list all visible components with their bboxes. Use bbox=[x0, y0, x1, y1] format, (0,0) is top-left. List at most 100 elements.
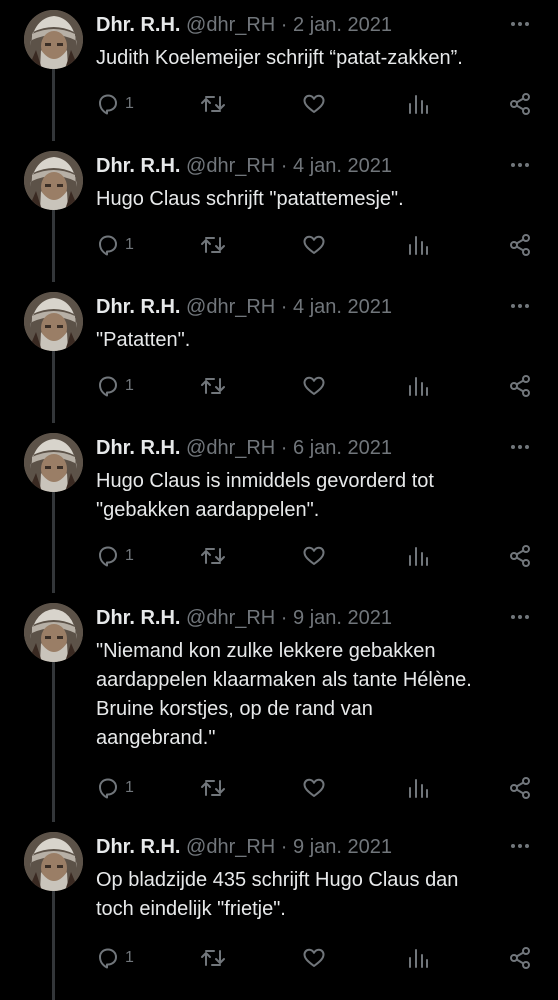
tweet-date[interactable]: 9 jan. 2021 bbox=[293, 607, 392, 629]
avatar[interactable] bbox=[24, 292, 83, 351]
separator-dot: · bbox=[280, 155, 288, 177]
views-button[interactable] bbox=[406, 89, 430, 119]
tweet[interactable]: Dhr. R.H. @dhr_RH · 9 jan. 2021 Op bladz… bbox=[0, 822, 558, 1000]
views-button[interactable] bbox=[406, 541, 430, 571]
views-bar-chart-icon bbox=[406, 233, 430, 257]
views-bar-chart-icon bbox=[406, 776, 430, 800]
reply-button[interactable]: 1 bbox=[96, 230, 134, 260]
tweet-header: Dhr. R.H. @dhr_RH · 4 jan. 2021 bbox=[96, 295, 392, 319]
heart-icon bbox=[302, 233, 326, 257]
views-button[interactable] bbox=[406, 943, 430, 973]
views-button[interactable] bbox=[406, 773, 430, 803]
views-bar-chart-icon bbox=[406, 374, 430, 398]
reply-button[interactable]: 1 bbox=[96, 541, 134, 571]
views-button[interactable] bbox=[406, 230, 430, 260]
separator-dot: · bbox=[280, 14, 288, 36]
tweet-text-line: Bruine korstjes, op de rand van bbox=[96, 698, 373, 720]
tweet-actions: 1 bbox=[0, 943, 558, 973]
more-horizontal-icon[interactable] bbox=[508, 296, 532, 316]
author-handle[interactable]: @dhr_RH bbox=[186, 155, 275, 177]
share-button[interactable] bbox=[508, 773, 532, 803]
reply-bubble-icon bbox=[96, 233, 120, 257]
tweet-date[interactable]: 6 jan. 2021 bbox=[293, 437, 392, 459]
retweet-icon bbox=[200, 946, 226, 970]
reply-count: 1 bbox=[125, 949, 134, 966]
author-name[interactable]: Dhr. R.H. bbox=[96, 155, 180, 177]
tweet-text-line: "Niemand kon zulke lekkere gebakken bbox=[96, 640, 436, 662]
more-horizontal-icon[interactable] bbox=[508, 607, 532, 627]
tweet[interactable]: Dhr. R.H. @dhr_RH · 9 jan. 2021 "Niemand… bbox=[0, 593, 558, 822]
tweet-header: Dhr. R.H. @dhr_RH · 4 jan. 2021 bbox=[96, 154, 392, 178]
more-horizontal-icon[interactable] bbox=[508, 836, 532, 856]
retweet-button[interactable] bbox=[200, 230, 226, 260]
tweet-text-line: "Patatten". bbox=[96, 329, 191, 351]
like-button[interactable] bbox=[302, 773, 326, 803]
tweet-text-line: aardappelen klaarmaken als tante Hélène. bbox=[96, 669, 472, 691]
tweet[interactable]: Dhr. R.H. @dhr_RH · 4 jan. 2021 Hugo Cla… bbox=[0, 141, 558, 282]
views-bar-chart-icon bbox=[406, 946, 430, 970]
retweet-button[interactable] bbox=[200, 943, 226, 973]
share-button[interactable] bbox=[508, 371, 532, 401]
tweet-text-line: Hugo Claus schrijft "patattemesje". bbox=[96, 188, 404, 210]
views-button[interactable] bbox=[406, 371, 430, 401]
reply-button[interactable]: 1 bbox=[96, 89, 134, 119]
tweet-header: Dhr. R.H. @dhr_RH · 2 jan. 2021 bbox=[96, 13, 392, 37]
tweet-date[interactable]: 2 jan. 2021 bbox=[293, 14, 392, 36]
reply-count: 1 bbox=[125, 377, 134, 394]
author-handle[interactable]: @dhr_RH bbox=[186, 14, 275, 36]
like-button[interactable] bbox=[302, 943, 326, 973]
reply-count: 1 bbox=[125, 779, 134, 796]
reply-bubble-icon bbox=[96, 946, 120, 970]
retweet-button[interactable] bbox=[200, 773, 226, 803]
share-button[interactable] bbox=[508, 89, 532, 119]
share-button[interactable] bbox=[508, 230, 532, 260]
more-horizontal-icon[interactable] bbox=[508, 14, 532, 34]
tweet-date[interactable]: 4 jan. 2021 bbox=[293, 296, 392, 318]
tweet-text-line: Op bladzijde 435 schrijft Hugo Claus dan bbox=[96, 869, 459, 891]
tweet[interactable]: Dhr. R.H. @dhr_RH · 6 jan. 2021 Hugo Cla… bbox=[0, 423, 558, 593]
like-button[interactable] bbox=[302, 230, 326, 260]
like-button[interactable] bbox=[302, 371, 326, 401]
share-button[interactable] bbox=[508, 541, 532, 571]
reply-button[interactable]: 1 bbox=[96, 371, 134, 401]
like-button[interactable] bbox=[302, 89, 326, 119]
heart-icon bbox=[302, 946, 326, 970]
reply-bubble-icon bbox=[96, 374, 120, 398]
retweet-icon bbox=[200, 374, 226, 398]
share-icon bbox=[508, 776, 532, 800]
tweet[interactable]: Dhr. R.H. @dhr_RH · 4 jan. 2021 "Patatte… bbox=[0, 282, 558, 423]
more-horizontal-icon[interactable] bbox=[508, 155, 532, 175]
avatar[interactable] bbox=[24, 433, 83, 492]
author-handle[interactable]: @dhr_RH bbox=[186, 296, 275, 318]
author-handle[interactable]: @dhr_RH bbox=[186, 836, 275, 858]
author-handle[interactable]: @dhr_RH bbox=[186, 437, 275, 459]
reply-bubble-icon bbox=[96, 544, 120, 568]
more-horizontal-icon[interactable] bbox=[508, 437, 532, 457]
retweet-button[interactable] bbox=[200, 371, 226, 401]
author-name[interactable]: Dhr. R.H. bbox=[96, 836, 180, 858]
author-name[interactable]: Dhr. R.H. bbox=[96, 437, 180, 459]
views-bar-chart-icon bbox=[406, 92, 430, 116]
avatar[interactable] bbox=[24, 10, 83, 69]
share-button[interactable] bbox=[508, 943, 532, 973]
avatar[interactable] bbox=[24, 832, 83, 891]
tweet-date[interactable]: 9 jan. 2021 bbox=[293, 836, 392, 858]
tweet-text: Hugo Claus is inmiddels gevorderd tot "g… bbox=[96, 467, 536, 525]
tweet-date[interactable]: 4 jan. 2021 bbox=[293, 155, 392, 177]
reply-button[interactable]: 1 bbox=[96, 943, 134, 973]
author-name[interactable]: Dhr. R.H. bbox=[96, 296, 180, 318]
tweet-text: Hugo Claus schrijft "patattemesje". bbox=[96, 185, 536, 214]
retweet-icon bbox=[200, 776, 226, 800]
share-icon bbox=[508, 233, 532, 257]
retweet-button[interactable] bbox=[200, 89, 226, 119]
author-name[interactable]: Dhr. R.H. bbox=[96, 607, 180, 629]
reply-bubble-icon bbox=[96, 776, 120, 800]
tweet[interactable]: Dhr. R.H. @dhr_RH · 2 jan. 2021 Judith K… bbox=[0, 0, 558, 141]
author-name[interactable]: Dhr. R.H. bbox=[96, 14, 180, 36]
like-button[interactable] bbox=[302, 541, 326, 571]
avatar[interactable] bbox=[24, 603, 83, 662]
retweet-button[interactable] bbox=[200, 541, 226, 571]
author-handle[interactable]: @dhr_RH bbox=[186, 607, 275, 629]
reply-button[interactable]: 1 bbox=[96, 773, 134, 803]
avatar[interactable] bbox=[24, 151, 83, 210]
